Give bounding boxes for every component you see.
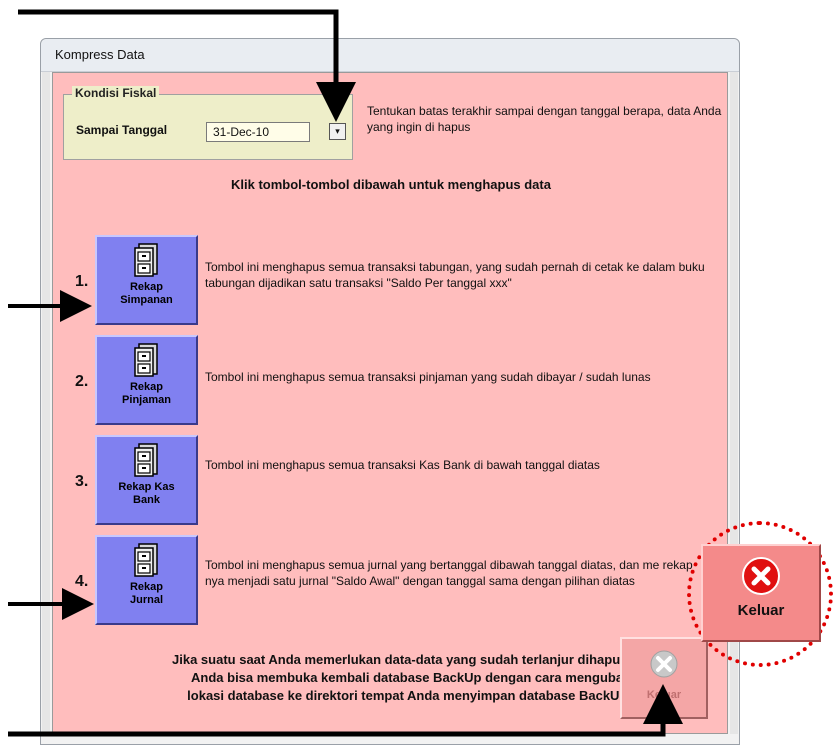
keluar-zoom-label: Keluar: [737, 602, 785, 619]
keluar-zoom-callout: Keluar: [701, 544, 821, 642]
fiscal-condition-group: Kondisi Fiskal Sampai Tanggal ▾: [63, 86, 353, 160]
rekap-simpanan-label-2: Simpanan: [120, 294, 173, 306]
date-dropdown-button[interactable]: ▾: [329, 123, 346, 140]
rekap-pinjaman-label-2: Pinjaman: [122, 394, 171, 406]
rekap-simpanan-label-1: Rekap: [129, 281, 164, 293]
rekap-jurnal-label-2: Jurnal: [129, 594, 163, 606]
close-circle-icon: [742, 557, 780, 595]
step-number-2: 2.: [75, 373, 89, 390]
window-left-border: [42, 72, 50, 734]
step-number-1: 1.: [75, 273, 89, 290]
dialog-client-area: Kondisi Fiskal Sampai Tanggal ▾ Tentukan…: [52, 72, 728, 734]
rekap-jurnal-label-1: Rekap: [129, 581, 164, 593]
rekap-pinjaman-label-1: Rekap: [129, 381, 164, 393]
rekap-simpanan-button[interactable]: Rekap Simpanan: [95, 235, 198, 325]
keluar-button-label: Keluar: [646, 689, 682, 701]
rekap-jurnal-button[interactable]: Rekap Jurnal: [95, 535, 198, 625]
rekap-kas-bank-label-2: Bank: [133, 494, 160, 506]
instruction-headline: Klik tombol-tombol dibawah untuk menghap…: [231, 177, 551, 192]
step-number-4: 4.: [75, 573, 89, 590]
rekap-kas-bank-button[interactable]: Rekap Kas Bank: [95, 435, 198, 525]
keluar-button[interactable]: Keluar: [620, 637, 708, 719]
chevron-down-icon: ▾: [335, 126, 340, 136]
rekap-kas-bank-label-1: Rekap Kas: [118, 481, 175, 493]
end-date-label: Sampai Tanggal: [76, 123, 168, 137]
rekap-pinjaman-button[interactable]: Rekap Pinjaman: [95, 335, 198, 425]
window-title: Kompress Data: [55, 47, 145, 62]
title-bar: Kompress Data: [41, 39, 739, 72]
rekap-jurnal-description: Tombol ini menghapus semua jurnal yang b…: [205, 558, 693, 588]
rekap-simpanan-description: Tombol ini menghapus semua transaksi tab…: [205, 260, 705, 290]
step-number-3: 3.: [75, 473, 89, 490]
file-cabinet-icon: [133, 443, 158, 477]
file-cabinet-icon: [133, 343, 158, 377]
close-circle-icon: [650, 650, 678, 678]
rekap-kas-bank-description: Tombol ini menghapus semua transaksi Kas…: [205, 458, 600, 472]
file-cabinet-icon: [133, 543, 158, 577]
rekap-pinjaman-description: Tombol ini menghapus semua transaksi pin…: [205, 370, 651, 384]
fiscal-group-legend: Kondisi Fiskal: [72, 86, 160, 100]
file-cabinet-icon: [133, 243, 158, 277]
date-hint-text: Tentukan batas terakhir sampai dengan ta…: [367, 104, 722, 134]
backup-note: Jika suatu saat Anda memerlukan data-dat…: [172, 652, 631, 703]
end-date-input[interactable]: [206, 122, 310, 142]
